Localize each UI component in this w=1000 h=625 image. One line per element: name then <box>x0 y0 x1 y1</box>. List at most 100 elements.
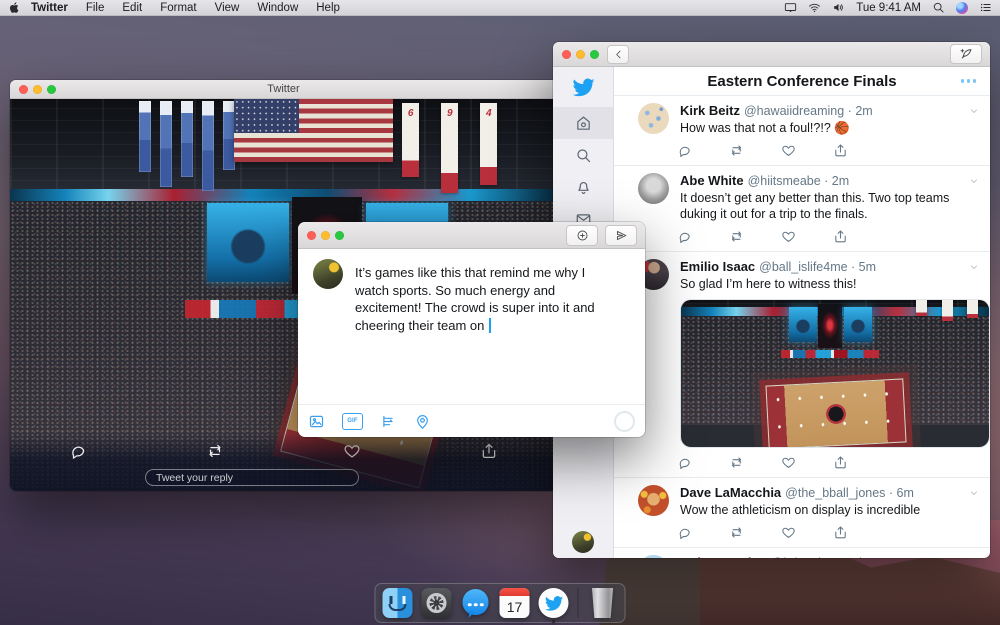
profile-avatar[interactable] <box>572 531 594 553</box>
dock-trash-icon[interactable] <box>588 588 618 618</box>
reply-button[interactable] <box>677 455 729 470</box>
menu-window[interactable]: Window <box>257 2 298 14</box>
more-options-icon[interactable] <box>961 79 977 83</box>
menu-clock[interactable]: Tue 9:41 AM <box>856 2 921 14</box>
dock-separator <box>578 588 579 618</box>
like-button[interactable] <box>781 143 833 158</box>
tweet-row[interactable]: Kirk Beitz@hawaiidreaming · 2m How was t… <box>614 96 990 166</box>
share-button[interactable] <box>833 229 885 244</box>
back-button[interactable] <box>607 45 629 64</box>
dock-finder-icon[interactable] <box>383 588 413 618</box>
add-account-button[interactable] <box>566 225 598 246</box>
search-icon <box>575 147 592 164</box>
close-button[interactable] <box>19 85 28 94</box>
gif-button[interactable]: GIF <box>342 413 363 430</box>
us-flag <box>234 99 393 162</box>
share-button[interactable] <box>833 143 885 158</box>
avatar[interactable] <box>638 103 669 134</box>
tweet-author[interactable]: Emilio Isaac <box>680 259 755 274</box>
dock-calendar-icon[interactable]: 17 <box>500 588 530 618</box>
chevron-down-icon[interactable] <box>968 175 980 187</box>
chevron-down-icon[interactable] <box>968 487 980 499</box>
dock-system-preferences-icon[interactable] <box>422 588 452 618</box>
reply-button[interactable] <box>10 442 147 460</box>
avatar[interactable] <box>638 555 669 558</box>
close-button[interactable] <box>562 50 571 59</box>
zoom-button[interactable] <box>590 50 599 59</box>
add-photo-button[interactable] <box>308 413 325 430</box>
minimize-button[interactable] <box>576 50 585 59</box>
like-button[interactable] <box>781 229 833 244</box>
minimize-button[interactable] <box>33 85 42 94</box>
zoom-button[interactable] <box>47 85 56 94</box>
chevron-down-icon[interactable] <box>968 261 980 273</box>
poll-button[interactable] <box>380 413 397 430</box>
tweet-author[interactable]: Kirk Beitz <box>680 103 740 118</box>
tweet-text: Wow the athleticism on display is incred… <box>680 502 976 518</box>
like-button[interactable] <box>781 525 833 540</box>
chevron-down-icon[interactable] <box>968 105 980 117</box>
retweet-button[interactable] <box>729 143 781 158</box>
wifi-icon[interactable] <box>808 1 821 14</box>
volume-icon[interactable] <box>832 1 845 14</box>
reply-button[interactable] <box>677 525 729 540</box>
traffic-lights <box>307 231 344 240</box>
share-button[interactable] <box>420 442 557 460</box>
avatar[interactable] <box>638 173 669 204</box>
traffic-lights <box>19 85 56 94</box>
tweet-row[interactable]: Abe White@hiitsmeabe · 2m It doesn’t get… <box>614 166 990 252</box>
photo-window-title: Twitter <box>10 83 557 95</box>
photo-action-overlay: Tweet your reply <box>10 433 557 491</box>
compose-titlebar[interactable] <box>298 222 645 249</box>
sidebar-item-search[interactable] <box>553 139 613 171</box>
tweet-row[interactable]: Emilio Isaac@ball_islife4me · 5m So glad… <box>614 252 990 478</box>
tweet-row[interactable]: Dave LaMacchia@the_bball_jones · 6m Wow … <box>614 478 990 548</box>
calendar-day: 17 <box>500 596 530 618</box>
notification-center-icon[interactable] <box>979 1 992 14</box>
dock-messages-icon[interactable] <box>461 588 491 618</box>
tweet-author[interactable]: Nolan O’Brien <box>680 555 767 558</box>
like-button[interactable] <box>781 455 833 470</box>
retweet-button[interactable] <box>729 455 781 470</box>
reply-button[interactable] <box>677 229 729 244</box>
send-tweet-button[interactable] <box>605 225 637 246</box>
close-button[interactable] <box>307 231 316 240</box>
tweet-author[interactable]: Dave LaMacchia <box>680 485 781 500</box>
spotlight-icon[interactable] <box>932 1 945 14</box>
minimize-button[interactable] <box>321 231 330 240</box>
like-button[interactable] <box>284 442 421 460</box>
new-tweet-button[interactable] <box>950 44 982 64</box>
menu-edit[interactable]: Edit <box>122 2 142 14</box>
retweet-button[interactable] <box>729 525 781 540</box>
tweet-meta: @bring_itonagain · 7m <box>771 556 898 558</box>
tweet-image[interactable] <box>680 299 990 448</box>
menu-view[interactable]: View <box>215 2 240 14</box>
retweet-button[interactable] <box>147 442 284 460</box>
reply-button[interactable] <box>677 143 729 158</box>
tweet-author[interactable]: Abe White <box>680 173 744 188</box>
menu-app-name[interactable]: Twitter <box>31 2 68 14</box>
tweet-row[interactable]: Nolan O’Brien@bring_itonagain · 7m This … <box>614 548 990 558</box>
menu-help[interactable]: Help <box>316 2 340 14</box>
photo-window-titlebar[interactable]: Twitter <box>10 80 557 99</box>
location-button[interactable] <box>414 413 431 430</box>
timeline-titlebar[interactable] <box>553 42 990 67</box>
siri-icon[interactable] <box>956 2 968 14</box>
sidebar-item-notifications[interactable] <box>553 171 613 203</box>
reply-input[interactable]: Tweet your reply <box>145 469 359 486</box>
share-button[interactable] <box>833 525 885 540</box>
sidebar-item-home[interactable] <box>553 107 613 139</box>
dock-twitter-icon[interactable] <box>539 588 569 618</box>
compose-toolbar: GIF <box>298 404 645 437</box>
chevron-down-icon[interactable] <box>968 557 980 558</box>
menu-file[interactable]: File <box>86 2 105 14</box>
retweet-button[interactable] <box>729 229 781 244</box>
avatar[interactable] <box>638 485 669 516</box>
share-button[interactable] <box>833 455 885 470</box>
display-icon[interactable] <box>784 1 797 14</box>
zoom-button[interactable] <box>335 231 344 240</box>
menu-format[interactable]: Format <box>160 2 196 14</box>
compose-text-area[interactable]: It’s games like this that remind me why … <box>355 264 611 334</box>
apple-menu-icon[interactable] <box>8 1 21 14</box>
running-indicator <box>552 620 555 623</box>
